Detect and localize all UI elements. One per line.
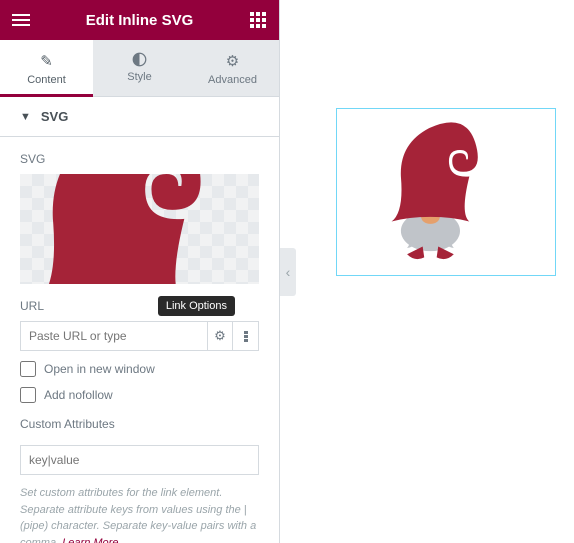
tab-advanced[interactable]: ⚙ Advanced [186, 40, 279, 96]
tab-style[interactable]: Style [93, 40, 186, 96]
open-new-window-row[interactable]: Open in new window [20, 361, 259, 377]
custom-attributes-input[interactable] [20, 445, 259, 475]
learn-more-link[interactable]: Learn More [62, 537, 118, 543]
hamburger-icon [12, 11, 30, 29]
add-nofollow-checkbox[interactable] [20, 387, 36, 403]
svg-control-label: SVG [20, 152, 259, 166]
caret-down-icon: ▼ [20, 111, 31, 123]
widgets-button[interactable] [247, 9, 269, 31]
svg-media-preview[interactable] [20, 174, 259, 284]
tabs: ✎ Content Style ⚙ Advanced [0, 40, 279, 97]
custom-attr-label: Custom Attributes [20, 417, 259, 431]
panel-collapse-handle[interactable]: ‹ [280, 248, 296, 296]
url-input[interactable] [20, 321, 207, 351]
preview-area: ‹ [280, 0, 574, 543]
gnome-svg [20, 174, 259, 284]
section-toggle-svg[interactable]: ▼ SVG [0, 97, 279, 137]
pencil-icon: ✎ [4, 52, 89, 70]
selected-widget[interactable] [336, 108, 556, 276]
open-new-window-label: Open in new window [44, 362, 155, 376]
add-nofollow-label: Add nofollow [44, 388, 113, 402]
grid-icon [250, 12, 266, 28]
url-control: Link Options ⚙ [20, 321, 259, 351]
gear-icon: ⚙ [190, 52, 275, 70]
panel-title: Edit Inline SVG [32, 12, 247, 29]
tab-label: Content [27, 74, 66, 86]
section-body: SVG URL Link Options ⚙ Open in new windo… [0, 137, 279, 543]
chevron-left-icon: ‹ [286, 264, 291, 280]
tab-content[interactable]: ✎ Content [0, 40, 93, 96]
panel-header: Edit Inline SVG [0, 0, 279, 40]
tab-label: Style [127, 71, 151, 83]
gear-icon: ⚙ [214, 328, 226, 344]
tab-label: Advanced [208, 74, 257, 86]
open-new-window-checkbox[interactable] [20, 361, 36, 377]
gnome-svg [376, 112, 516, 272]
link-options-button[interactable]: ⚙ [207, 321, 233, 351]
section-title: SVG [41, 109, 68, 124]
add-nofollow-row[interactable]: Add nofollow [20, 387, 259, 403]
link-options-tooltip: Link Options [158, 296, 235, 316]
custom-attr-help: Set custom attributes for the link eleme… [20, 485, 259, 543]
editor-panel: Edit Inline SVG ✎ Content Style ⚙ Advanc… [0, 0, 280, 543]
panel-body: ▼ SVG SVG URL Link Options ⚙ [0, 97, 279, 543]
contrast-icon [132, 52, 147, 67]
menu-button[interactable] [10, 9, 32, 31]
dynamic-tags-button[interactable] [233, 321, 259, 351]
database-icon [244, 330, 248, 343]
